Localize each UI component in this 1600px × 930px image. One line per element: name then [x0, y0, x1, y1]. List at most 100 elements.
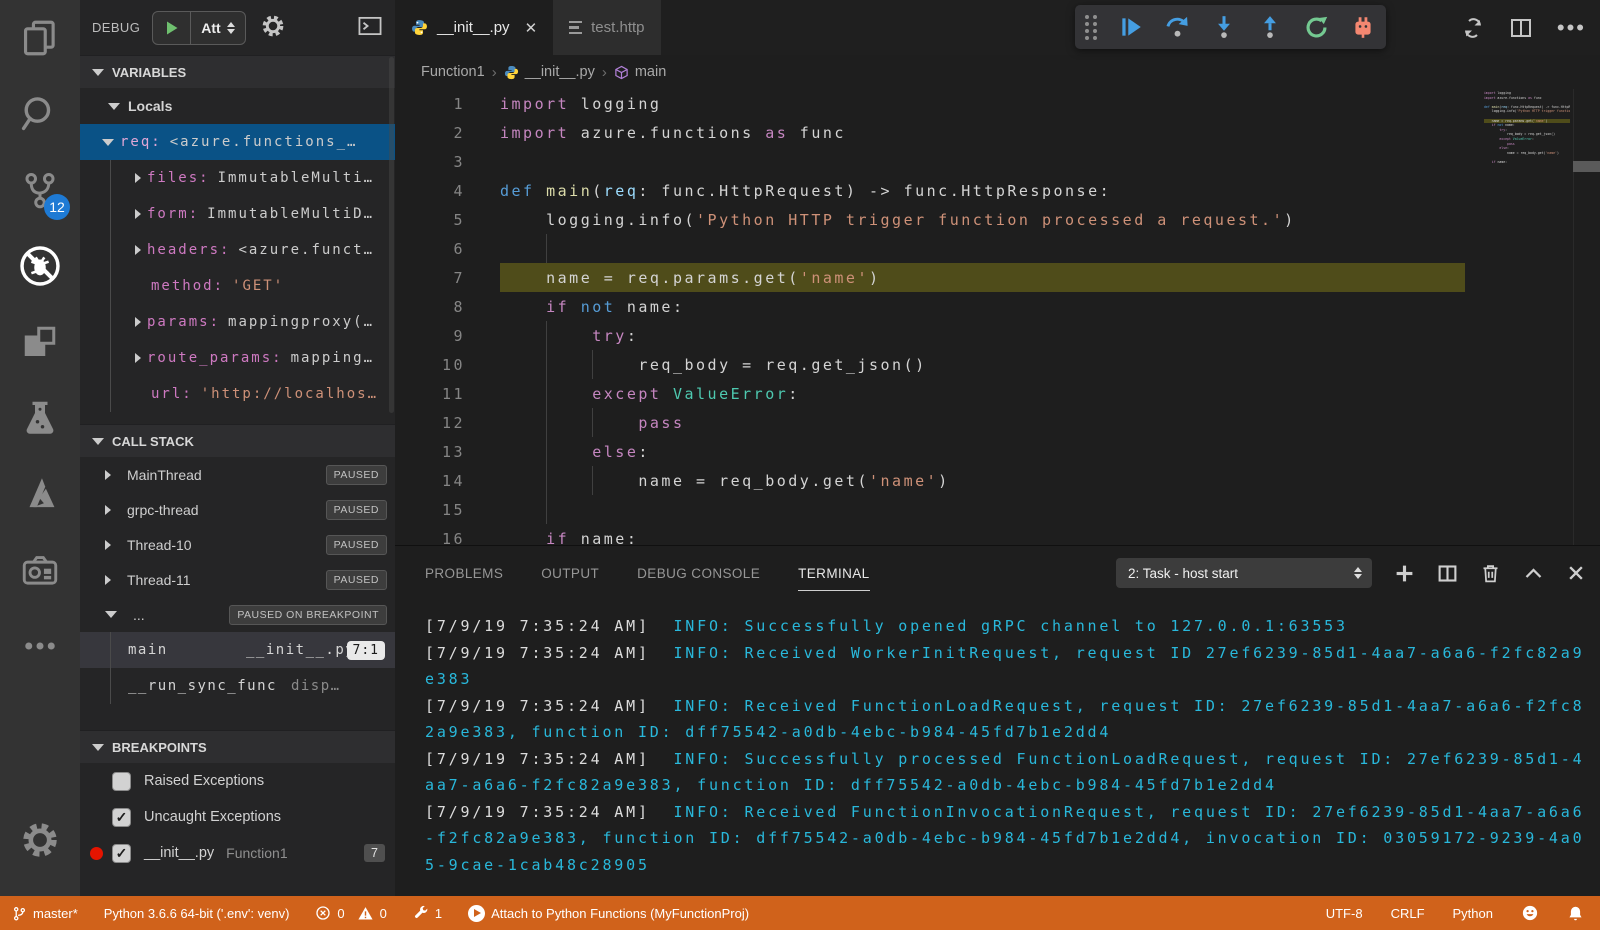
source-control-icon[interactable]: 12	[0, 152, 80, 228]
variables-section-header[interactable]: VARIABLES	[80, 55, 395, 88]
variable-row[interactable]: headers: <azure.funct…	[80, 232, 395, 268]
restart-icon[interactable]	[1303, 14, 1330, 41]
python-interpreter-item[interactable]: Python 3.6.6 64-bit ('.env': venv)	[104, 906, 290, 921]
line-number[interactable]: 1	[395, 95, 465, 113]
test-explorer-icon[interactable]	[0, 380, 80, 456]
line-number[interactable]: 16	[395, 530, 465, 546]
more-actions-icon[interactable]: •••	[1557, 15, 1586, 41]
expand-triangle-icon[interactable]	[105, 469, 111, 480]
problems-item[interactable]: 0 0	[315, 905, 387, 922]
stack-frame-row[interactable]: __run_sync_func disp…	[80, 668, 395, 704]
line-number[interactable]: 11	[395, 385, 465, 403]
breadcrumb-symbol[interactable]: main	[614, 64, 666, 80]
step-over-icon[interactable]	[1164, 14, 1191, 41]
close-panel-icon[interactable]	[1566, 563, 1586, 583]
line-number[interactable]: 13	[395, 443, 465, 461]
line-number[interactable]: 14	[395, 472, 465, 490]
callstack-thread-row[interactable]: Thread-11 PAUSED	[80, 562, 395, 597]
expand-triangle-icon[interactable]	[105, 504, 111, 515]
sidebar-scrollbar[interactable]	[389, 57, 394, 413]
breakpoint-row[interactable]: ✓ Uncaught Exceptions	[80, 799, 395, 835]
breakpoints-section-header[interactable]: BREAKPOINTS	[80, 730, 395, 763]
breakpoint-checkbox[interactable]	[112, 771, 131, 791]
variable-row[interactable]: form: ImmutableMultiD…	[80, 196, 395, 232]
maximize-panel-chevron-icon[interactable]	[1523, 563, 1544, 584]
synchronize-icon[interactable]	[1461, 16, 1485, 40]
variable-row[interactable]: url: 'http://localhos…	[80, 376, 395, 412]
explorer-icon[interactable]	[0, 0, 80, 76]
callstack-thread-row[interactable]: Thread-10 PAUSED	[80, 527, 395, 562]
expand-triangle-icon[interactable]	[105, 574, 111, 585]
disconnect-icon[interactable]	[1350, 14, 1376, 40]
variable-row[interactable]: params: mappingproxy(…	[80, 304, 395, 340]
breakpoint-checkbox[interactable]: ✓	[112, 843, 131, 863]
terminal-output[interactable]: [7/9/19 7:35:24 AM] INFO: Successfully o…	[395, 600, 1600, 896]
line-number[interactable]: 15	[395, 501, 465, 519]
panel-tab-debug-console[interactable]: DEBUG CONSOLE	[637, 546, 760, 600]
variable-row[interactable]: method: 'GET'	[80, 268, 395, 304]
debug-icon[interactable]	[0, 228, 80, 304]
breakpoint-checkbox[interactable]: ✓	[112, 807, 131, 827]
breakpoint-row[interactable]: ✓ __init__.py Function1 7	[80, 835, 395, 871]
code-editor[interactable]: 1 import logging 2 import azure.functions a…	[395, 89, 1600, 545]
variable-row[interactable]: route_params: mapping…	[80, 340, 395, 376]
expand-triangle-icon[interactable]	[135, 245, 141, 255]
variable-row[interactable]: files: ImmutableMulti…	[80, 160, 395, 196]
expand-triangle-icon[interactable]	[135, 173, 141, 183]
tab-init-py[interactable]: __init__.py ✕	[395, 0, 554, 55]
split-editor-icon[interactable]	[1509, 16, 1533, 40]
eol-item[interactable]: CRLF	[1391, 906, 1425, 921]
search-icon[interactable]	[0, 76, 80, 152]
expand-triangle-icon[interactable]	[135, 209, 141, 219]
stack-frame-row[interactable]: main __init__.py 7:1	[80, 632, 395, 668]
line-number[interactable]: 10	[395, 356, 465, 374]
call-stack-section-header[interactable]: CALL STACK	[80, 424, 395, 457]
expand-triangle-icon[interactable]	[102, 138, 114, 146]
line-number[interactable]: 4	[395, 182, 465, 200]
scrollbar-thumb[interactable]	[1573, 161, 1600, 172]
feedback-smiley-icon[interactable]	[1521, 904, 1539, 922]
breadcrumb-folder[interactable]: Function1	[421, 64, 485, 80]
breadcrumb-file[interactable]: __init__.py	[504, 64, 595, 80]
new-terminal-icon[interactable]	[1394, 563, 1415, 584]
expand-triangle-icon[interactable]	[105, 611, 117, 618]
expand-triangle-icon[interactable]	[105, 539, 111, 550]
azure-icon[interactable]	[0, 456, 80, 532]
debug-settings-gear-icon[interactable]	[260, 13, 286, 42]
start-debug-button[interactable]	[153, 11, 192, 44]
expand-triangle-icon[interactable]	[135, 353, 141, 363]
line-number[interactable]: 12	[395, 414, 465, 432]
line-number[interactable]: 5	[395, 211, 465, 229]
panel-tab-problems[interactable]: PROBLEMS	[425, 546, 503, 600]
manage-gear-icon[interactable]	[0, 802, 80, 878]
callstack-thread-row[interactable]: ... PAUSED ON BREAKPOINT	[80, 597, 395, 632]
step-into-icon[interactable]	[1211, 14, 1237, 40]
variable-row[interactable]: req: <azure.functions_…	[80, 124, 395, 160]
line-number[interactable]: 3	[395, 153, 465, 171]
language-mode-item[interactable]: Python	[1453, 906, 1493, 921]
line-number[interactable]: 7	[395, 269, 465, 287]
expand-triangle-icon[interactable]	[135, 317, 141, 327]
line-number[interactable]: 8	[395, 298, 465, 316]
git-branch-item[interactable]: master*	[12, 906, 78, 921]
minimap[interactable]: import logging import azure.functions as …	[1484, 91, 1570, 165]
line-number[interactable]: 2	[395, 124, 465, 142]
callstack-thread-row[interactable]: MainThread PAUSED	[80, 457, 395, 492]
scope-locals[interactable]: Locals	[80, 88, 395, 124]
azure-functions-icon[interactable]	[0, 532, 80, 608]
toolbar-drag-handle[interactable]	[1085, 14, 1098, 40]
kill-terminal-trash-icon[interactable]	[1480, 563, 1501, 584]
attach-debug-item[interactable]: Attach to Python Functions (MyFunctionPr…	[468, 904, 749, 922]
continue-icon[interactable]	[1118, 14, 1144, 40]
callstack-thread-row[interactable]: grpc-thread PAUSED	[80, 492, 395, 527]
split-terminal-icon[interactable]	[1437, 563, 1458, 584]
notifications-bell-icon[interactable]	[1567, 905, 1584, 922]
panel-tab-terminal[interactable]: TERMINAL	[798, 546, 871, 600]
extensions-icon[interactable]	[0, 304, 80, 380]
running-tasks-item[interactable]: 1	[413, 905, 442, 921]
close-tab-icon[interactable]: ✕	[525, 19, 538, 37]
editor-scrollbar[interactable]	[1573, 89, 1600, 545]
line-number[interactable]: 6	[395, 240, 465, 258]
encoding-item[interactable]: UTF-8	[1326, 906, 1363, 921]
terminal-selector-dropdown[interactable]: 2: Task - host start	[1116, 558, 1372, 588]
